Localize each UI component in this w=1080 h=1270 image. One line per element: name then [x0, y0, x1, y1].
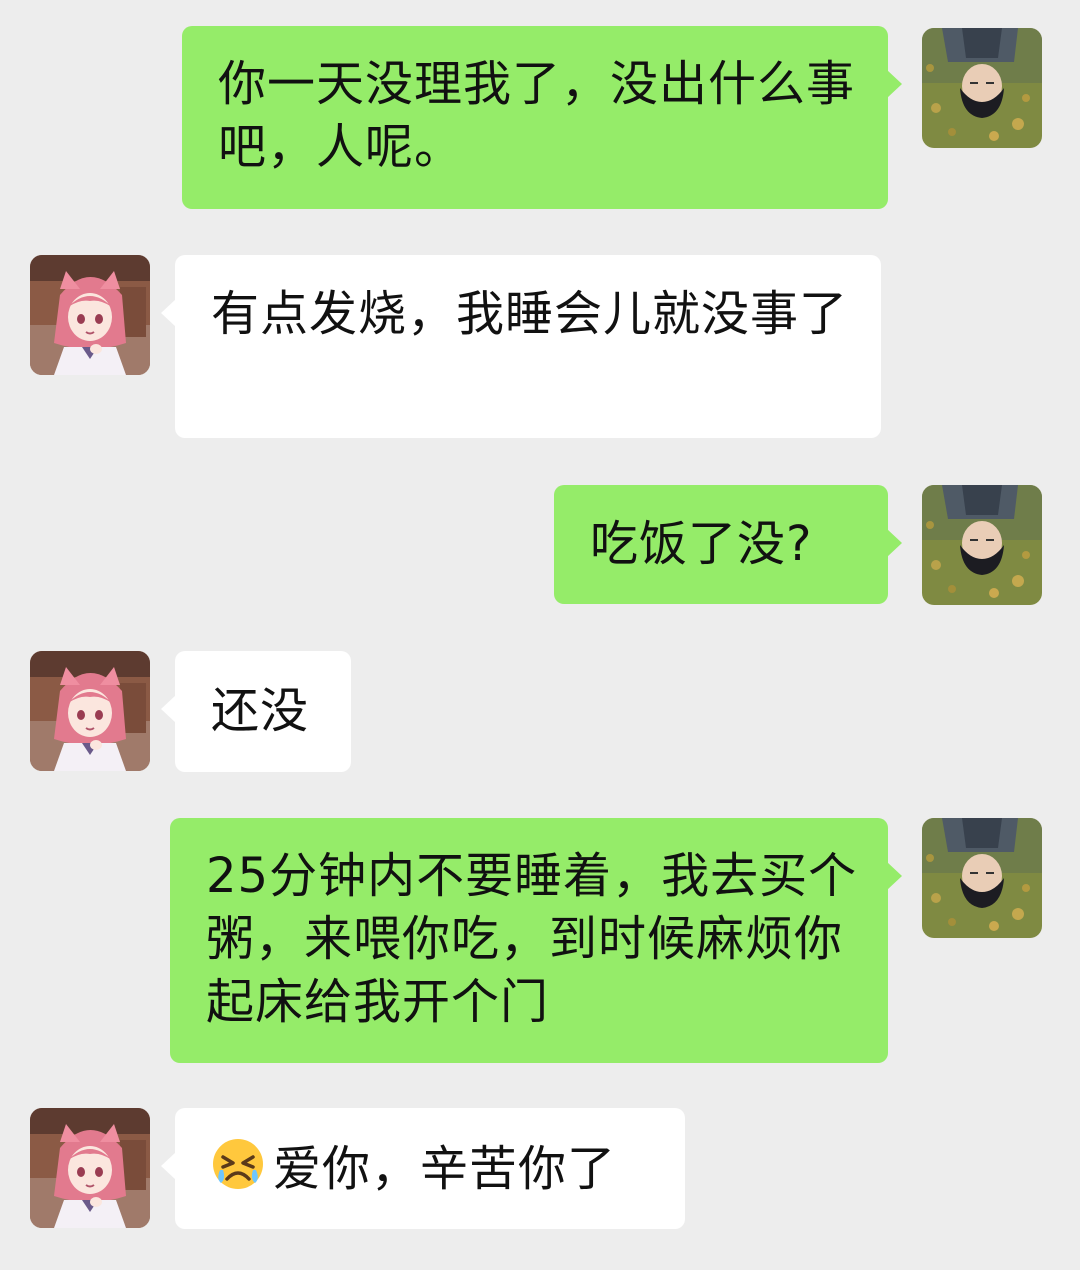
contact-avatar[interactable]	[30, 1108, 150, 1228]
message-bubble[interactable]: 有点发烧，我睡会儿就没事了	[161, 255, 881, 438]
message-bubble[interactable]: 你一天没理我了，没出什么事吧，人呢。	[182, 26, 902, 209]
message-text: 爱你，辛苦你了	[273, 1141, 617, 1197]
message-bubble[interactable]: 爱你，辛苦你了	[161, 1108, 685, 1229]
message-text: 25分钟内不要睡着，我去买个粥，来喂你吃，到时候麻烦你起床给我开个门	[206, 848, 858, 1030]
contact-avatar[interactable]	[30, 651, 150, 771]
message-bubble[interactable]: 还没	[161, 651, 351, 772]
sender-avatar[interactable]	[922, 28, 1042, 148]
anime-girl-avatar	[30, 255, 150, 375]
anime-girl-avatar	[30, 1108, 150, 1228]
crying-face-emoji-icon	[213, 1139, 263, 1189]
message-bubble[interactable]: 吃饭了没?	[554, 485, 902, 604]
boy-lying-on-grass-avatar	[922, 818, 1042, 938]
sender-avatar[interactable]	[922, 485, 1042, 605]
boy-lying-on-grass-avatar	[922, 485, 1042, 605]
contact-avatar[interactable]	[30, 255, 150, 375]
anime-girl-avatar	[30, 651, 150, 771]
message-bubble[interactable]: 25分钟内不要睡着，我去买个粥，来喂你吃，到时候麻烦你起床给我开个门	[170, 818, 902, 1063]
message-text: 吃饭了没?	[590, 516, 813, 572]
message-text: 还没	[211, 683, 310, 739]
boy-lying-on-grass-avatar	[922, 28, 1042, 148]
sender-avatar[interactable]	[922, 818, 1042, 938]
message-text: 有点发烧，我睡会儿就没事了	[211, 286, 849, 342]
message-text: 你一天没理我了，没出什么事吧，人呢。	[218, 56, 856, 175]
